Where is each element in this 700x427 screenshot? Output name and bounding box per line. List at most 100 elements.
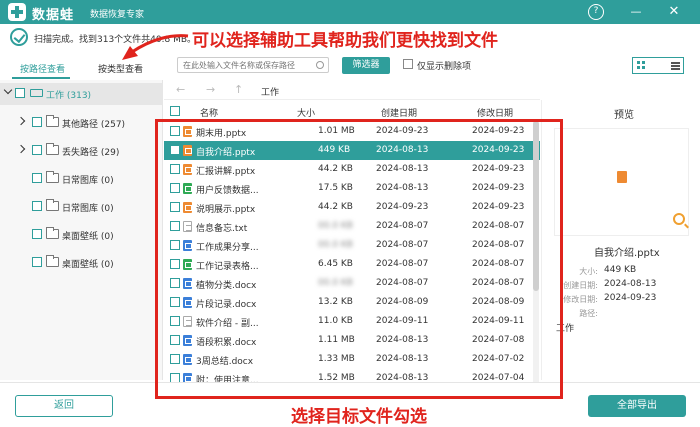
tree-item-work[interactable]: 工作 (313) — [0, 83, 163, 105]
file-name: 信息备忘.txt — [196, 224, 248, 234]
export-all-button[interactable]: 全部导出 — [588, 395, 686, 417]
file-row[interactable]: 植物分类.docx 00.0 KB 2024-08-07 2024-08-07 — [164, 274, 540, 293]
file-row[interactable]: 片段记录.docx 13.2 KB 2024-08-09 2024-08-09 — [164, 293, 540, 312]
select-all-checkbox[interactable] — [170, 106, 180, 116]
file-name: 工作记录表格... — [196, 262, 259, 272]
column-created[interactable]: 创建日期 — [381, 106, 417, 119]
tab-by-path[interactable]: 按路径查看 — [20, 62, 65, 75]
scrollbar[interactable] — [533, 121, 539, 383]
tree-checkbox[interactable] — [32, 117, 42, 127]
row-checkbox[interactable] — [170, 316, 180, 326]
search-input[interactable] — [178, 58, 308, 72]
chevron-right-icon[interactable] — [16, 116, 26, 126]
zoom-icon[interactable] — [673, 213, 685, 225]
doc-file-icon — [183, 335, 192, 346]
file-row[interactable]: 自我介绍.pptx 449 KB 2024-08-13 2024-09-23 — [164, 141, 540, 160]
file-created-date: 2024-09-11 — [376, 316, 429, 326]
column-name[interactable]: 名称 — [200, 106, 218, 119]
tree-item-other-path[interactable]: 其他路径 (257) — [0, 112, 163, 134]
tree-checkbox[interactable] — [15, 88, 25, 98]
row-checkbox[interactable] — [170, 202, 180, 212]
column-size[interactable]: 大小 — [297, 106, 315, 119]
forward-arrow-icon[interactable]: → — [206, 83, 215, 96]
column-modified[interactable]: 修改日期 — [477, 106, 513, 119]
row-checkbox[interactable] — [170, 145, 180, 155]
ppt-file-icon — [183, 164, 192, 175]
row-checkbox[interactable] — [170, 221, 180, 231]
tree-item-gallery[interactable]: 日常图库 (0) — [0, 168, 163, 190]
row-checkbox[interactable] — [170, 278, 180, 288]
file-modified-date: 2024-08-07 — [472, 221, 525, 231]
back-button[interactable]: 返回 — [15, 395, 113, 417]
tree-checkbox[interactable] — [32, 173, 42, 183]
tree-checkbox[interactable] — [32, 201, 42, 211]
tree-item-wallpaper[interactable]: 桌面壁纸 (0) — [0, 224, 163, 246]
scrollbar-thumb[interactable] — [533, 121, 539, 291]
file-size: 00.0 KB — [318, 221, 353, 231]
preview-modified-value: 2024-09-23 — [604, 293, 657, 303]
deleted-only-checkbox[interactable] — [403, 59, 413, 69]
tree-item-gallery[interactable]: 日常图库 (0) — [0, 196, 163, 218]
tree-checkbox[interactable] — [32, 229, 42, 239]
row-checkbox[interactable] — [170, 240, 180, 250]
tree-item-wallpaper[interactable]: 桌面壁纸 (0) — [0, 252, 163, 274]
filter-button[interactable]: 筛选器 — [342, 57, 390, 74]
back-arrow-icon[interactable]: ← — [176, 83, 185, 96]
file-size: 11.0 KB — [318, 316, 353, 326]
file-created-date: 2024-08-07 — [376, 278, 429, 288]
file-modified-date: 2024-08-07 — [472, 240, 525, 250]
file-row[interactable]: 用户反馈数据... 17.5 KB 2024-08-13 2024-09-23 — [164, 179, 540, 198]
view-toggle — [632, 57, 684, 74]
file-name: 汇报讲解.pptx — [196, 167, 256, 177]
file-name: 工作成果分享... — [196, 243, 259, 253]
file-row[interactable]: 期末用.pptx 1.01 MB 2024-09-23 2024-09-23 — [164, 122, 540, 141]
minimize-button[interactable]: — — [628, 4, 644, 20]
file-modified-date: 2024-09-23 — [472, 164, 525, 174]
file-modified-date: 2024-08-09 — [472, 297, 525, 307]
file-created-date: 2024-08-09 — [376, 297, 429, 307]
ppt-file-icon — [183, 145, 192, 156]
view-tabs: 按路径查看 按类型查看 — [0, 56, 163, 79]
row-checkbox[interactable] — [170, 259, 180, 269]
preview-created-label: 创建日期: — [563, 281, 598, 290]
file-row[interactable]: 说明展示.pptx 44.2 KB 2024-09-23 2024-09-23 — [164, 198, 540, 217]
chevron-down-icon[interactable] — [3, 85, 13, 95]
file-row[interactable]: 工作记录表格... 6.45 KB 2024-08-07 2024-08-07 — [164, 255, 540, 274]
file-created-date: 2024-08-13 — [376, 183, 429, 193]
file-row[interactable]: 软件介绍 - 副... 11.0 KB 2024-09-11 2024-09-11 — [164, 312, 540, 331]
folder-icon — [46, 199, 59, 211]
row-checkbox[interactable] — [170, 297, 180, 307]
help-button[interactable]: ? — [588, 4, 604, 20]
tree-checkbox[interactable] — [32, 145, 42, 155]
up-arrow-icon[interactable]: ↑ — [234, 83, 243, 96]
row-checkbox[interactable] — [170, 126, 180, 136]
row-checkbox[interactable] — [170, 354, 180, 364]
file-row[interactable]: 工作成果分享... 00.0 KB 2024-08-07 2024-08-07 — [164, 236, 540, 255]
file-row[interactable]: 汇报讲解.pptx 44.2 KB 2024-08-13 2024-09-23 — [164, 160, 540, 179]
file-row[interactable]: 信息备忘.txt 00.0 KB 2024-08-07 2024-08-07 — [164, 217, 540, 236]
file-row[interactable]: 附：使用注意... 1.52 MB 2024-08-13 2024-07-04 — [164, 369, 540, 383]
preview-modified-label: 修改日期: — [563, 295, 598, 304]
preview-file-name: 自我介绍.pptx — [594, 248, 660, 259]
tree-item-lost-path[interactable]: 丢失路径 (29) — [0, 140, 163, 162]
grid-view-icon[interactable] — [633, 58, 650, 73]
file-size: 1.33 MB — [318, 354, 355, 364]
file-name: 植物分类.docx — [196, 281, 257, 291]
file-row[interactable]: 3周总结.docx 1.33 MB 2024-08-13 2024-07-02 — [164, 350, 540, 369]
file-modified-date: 2024-07-08 — [472, 335, 525, 345]
search-icon[interactable] — [316, 61, 324, 69]
file-row[interactable]: 语段积累.docx 1.11 MB 2024-08-13 2024-07-08 — [164, 331, 540, 350]
file-created-date: 2024-08-07 — [376, 221, 429, 231]
tree-checkbox[interactable] — [32, 257, 42, 267]
row-checkbox[interactable] — [170, 183, 180, 193]
doc-file-icon — [183, 278, 192, 289]
tab-by-type[interactable]: 按类型查看 — [98, 62, 143, 75]
list-view-icon[interactable] — [667, 58, 684, 73]
file-name: 3周总结.docx — [196, 357, 254, 367]
row-checkbox[interactable] — [170, 164, 180, 174]
row-checkbox[interactable] — [170, 335, 180, 345]
doc-file-icon — [183, 240, 192, 251]
preview-created-value: 2024-08-13 — [604, 279, 657, 289]
chevron-right-icon[interactable] — [16, 144, 26, 154]
close-button[interactable]: ✕ — [666, 4, 682, 20]
